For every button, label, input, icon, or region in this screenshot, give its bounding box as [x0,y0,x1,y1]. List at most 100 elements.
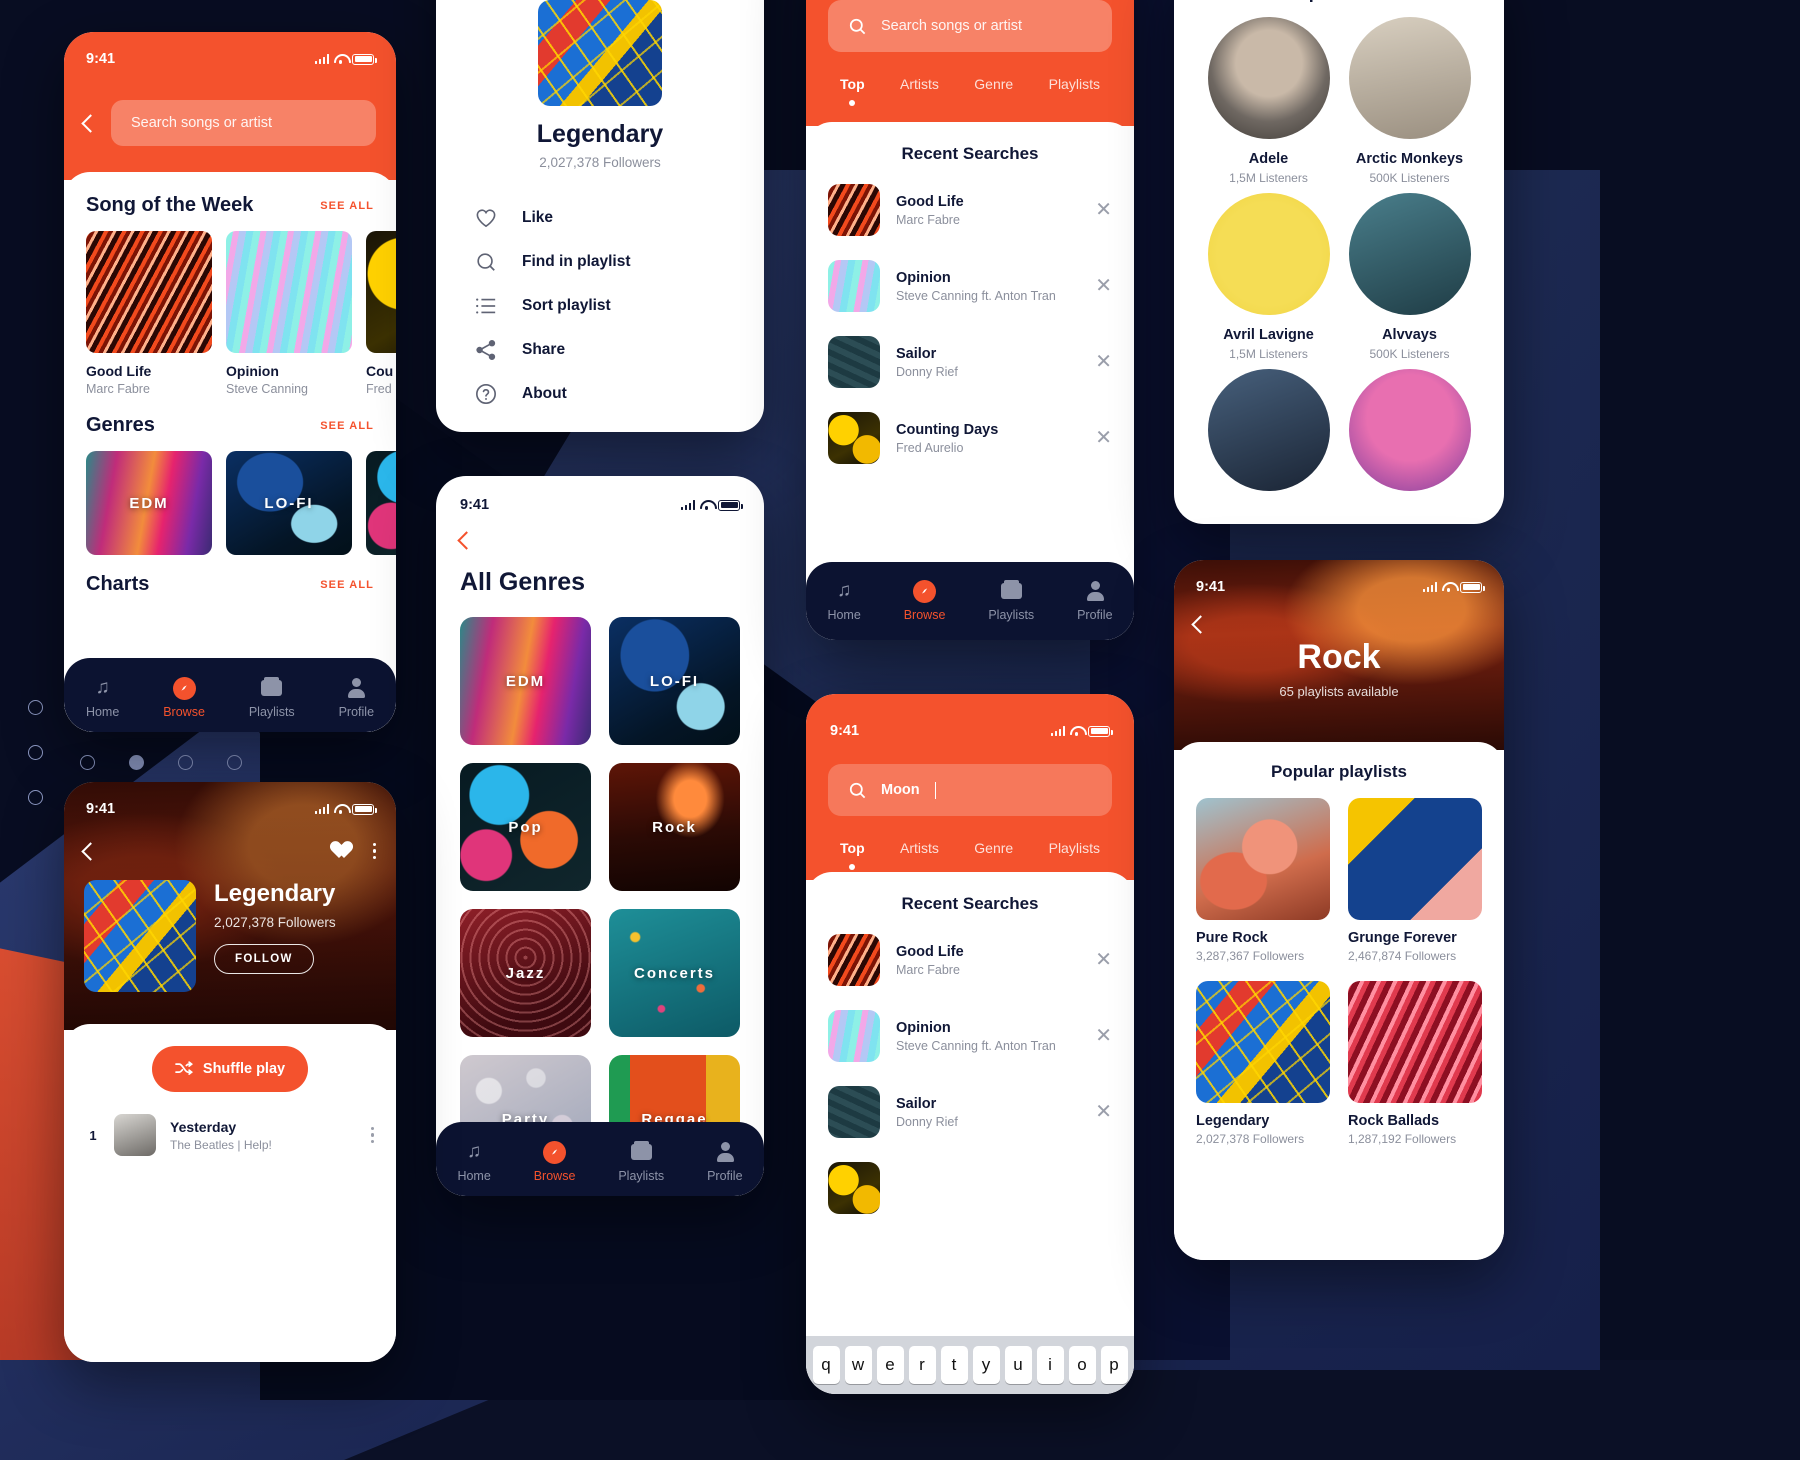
menu-item-about[interactable]: About [436,372,764,416]
search-tab-playlists[interactable]: Playlists [1049,840,1100,870]
close-icon[interactable]: ✕ [1095,1102,1112,1122]
close-icon[interactable]: ✕ [1095,428,1112,448]
artist-cell[interactable]: Arctic Monkeys 500K Listeners [1339,17,1480,185]
artist-cell[interactable]: Adele 1,5M Listeners [1198,17,1339,185]
playlist-card[interactable]: Rock Ballads 1,287,192 Followers [1348,981,1482,1146]
close-icon[interactable]: ✕ [1095,352,1112,372]
tab-profile[interactable]: Profile [707,1141,743,1183]
artist-cell[interactable]: Avril Lavigne 1,5M Listeners [1198,193,1339,361]
onscreen-keyboard: q w e r t y u i o p [806,1336,1134,1394]
key-r[interactable]: r [908,1346,936,1384]
recent-search-text: Opinion Steve Canning ft. Anton Tran [896,270,1079,303]
key-u[interactable]: u [1004,1346,1032,1384]
menu-item-like[interactable]: Like [436,196,764,240]
shuffle-play-button[interactable]: Shuffle play [152,1046,308,1092]
favorite-icon[interactable] [335,842,355,860]
genre-card-concerts[interactable]: Concerts [609,909,740,1037]
recent-search-row[interactable]: Sailor Donny Rief ✕ [806,1074,1134,1150]
back-icon[interactable] [1191,615,1210,634]
recent-search-row[interactable]: Counting Days Fred Aurelio ✕ [806,400,1134,476]
genre-card-lofi[interactable]: LO-FI [226,451,352,555]
tab-home[interactable]: ♫ Home [86,677,119,719]
search-tab-top[interactable]: Top [840,76,865,106]
back-icon[interactable] [457,531,476,550]
tab-playlists[interactable]: Playlists [249,677,295,719]
artist-cell[interactable] [1339,369,1480,491]
recent-search-row[interactable] [806,1150,1134,1214]
recent-search-row[interactable]: Good Life Marc Fabre ✕ [806,172,1134,248]
key-t[interactable]: t [940,1346,968,1384]
genre-card-rock[interactable]: Rock [609,763,740,891]
pagination-dot[interactable] [227,755,242,770]
search-input[interactable]: Search songs or artist [111,100,376,146]
key-p[interactable]: p [1100,1346,1128,1384]
song-artist: Donny Rief [896,364,958,379]
pagination-dot-active[interactable] [129,755,144,770]
follow-button[interactable]: FOLLOW [214,944,314,974]
see-all-link[interactable]: SEE ALL [320,579,374,591]
back-icon[interactable] [81,841,100,861]
search-tab-genre[interactable]: Genre [974,840,1013,870]
pagination-dot[interactable] [178,755,193,770]
see-all-link[interactable]: SEE ALL [320,420,374,432]
key-o[interactable]: o [1068,1346,1096,1384]
see-all-link[interactable]: SEE ALL [320,200,374,212]
recent-search-row[interactable]: Good Life Marc Fabre ✕ [806,922,1134,998]
artist-cell[interactable]: Alvvays 500K Listeners [1339,193,1480,361]
genre-card-edm[interactable]: EDM [86,451,212,555]
search-icon [849,18,866,34]
genre-card-pop[interactable] [366,451,396,555]
genre-card-pop[interactable]: Pop [460,763,591,891]
pagination-dot[interactable] [28,790,43,805]
track-row[interactable]: 1 Yesterday The Beatles | Help! [86,1114,374,1156]
search-tab-playlists[interactable]: Playlists [1049,76,1100,106]
menu-item-find-in-playlist[interactable]: Find in playlist [436,240,764,284]
more-options-icon[interactable] [372,842,376,860]
tab-browse[interactable]: Browse [163,676,205,719]
artist-cell[interactable] [1198,369,1339,491]
genre-card-edm[interactable]: EDM [460,617,591,745]
tab-playlists[interactable]: Playlists [988,580,1034,622]
avatar [1207,369,1330,491]
recent-search-row[interactable]: Opinion Steve Canning ft. Anton Tran ✕ [806,248,1134,324]
close-icon[interactable]: ✕ [1095,1026,1112,1046]
search-input[interactable]: Moon [828,764,1112,816]
recent-search-row[interactable]: Opinion Steve Canning ft. Anton Tran ✕ [806,998,1134,1074]
menu-item-share[interactable]: Share [436,328,764,372]
playlist-card[interactable]: Legendary 2,027,378 Followers [1196,981,1330,1146]
search-tab-artists[interactable]: Artists [900,76,939,106]
tab-playlists[interactable]: Playlists [618,1141,664,1183]
song-card[interactable]: Good Life Marc Fabre [86,231,212,396]
genre-card-lofi[interactable]: LO-FI [609,617,740,745]
tab-home[interactable]: ♫ Home [827,580,860,622]
search-tab-genre[interactable]: Genre [974,76,1013,106]
search-tab-artists[interactable]: Artists [900,840,939,870]
close-icon[interactable]: ✕ [1095,200,1112,220]
tab-profile[interactable]: Profile [339,677,374,719]
track-more-icon[interactable] [370,1126,374,1144]
key-q[interactable]: q [812,1346,840,1384]
key-y[interactable]: y [972,1346,1000,1384]
recent-search-row[interactable]: Sailor Donny Rief ✕ [806,324,1134,400]
genre-card-jazz[interactable]: Jazz [460,909,591,1037]
close-icon[interactable]: ✕ [1095,276,1112,296]
key-i[interactable]: i [1036,1346,1064,1384]
back-icon[interactable] [81,113,100,133]
song-card[interactable]: Opinion Steve Canning [226,231,352,396]
menu-item-sort-playlist[interactable]: Sort playlist [436,284,764,328]
song-card[interactable]: Cou Fred [366,231,396,396]
key-e[interactable]: e [876,1346,904,1384]
tab-profile[interactable]: Profile [1077,580,1113,622]
tab-home[interactable]: ♫ Home [457,1141,490,1183]
key-w[interactable]: w [844,1346,872,1384]
pagination-dot[interactable] [80,755,95,770]
search-input[interactable]: Search songs or artist [828,0,1112,52]
tab-browse[interactable]: Browse [534,1140,575,1183]
search-tab-top[interactable]: Top [840,840,865,870]
playlist-card[interactable]: Grunge Forever 2,467,874 Followers [1348,798,1482,963]
pagination-dot[interactable] [28,700,43,715]
playlist-card[interactable]: Pure Rock 3,287,367 Followers [1196,798,1330,963]
tab-browse[interactable]: Browse [904,579,945,622]
pagination-dot[interactable] [28,745,43,760]
close-icon[interactable]: ✕ [1095,950,1112,970]
